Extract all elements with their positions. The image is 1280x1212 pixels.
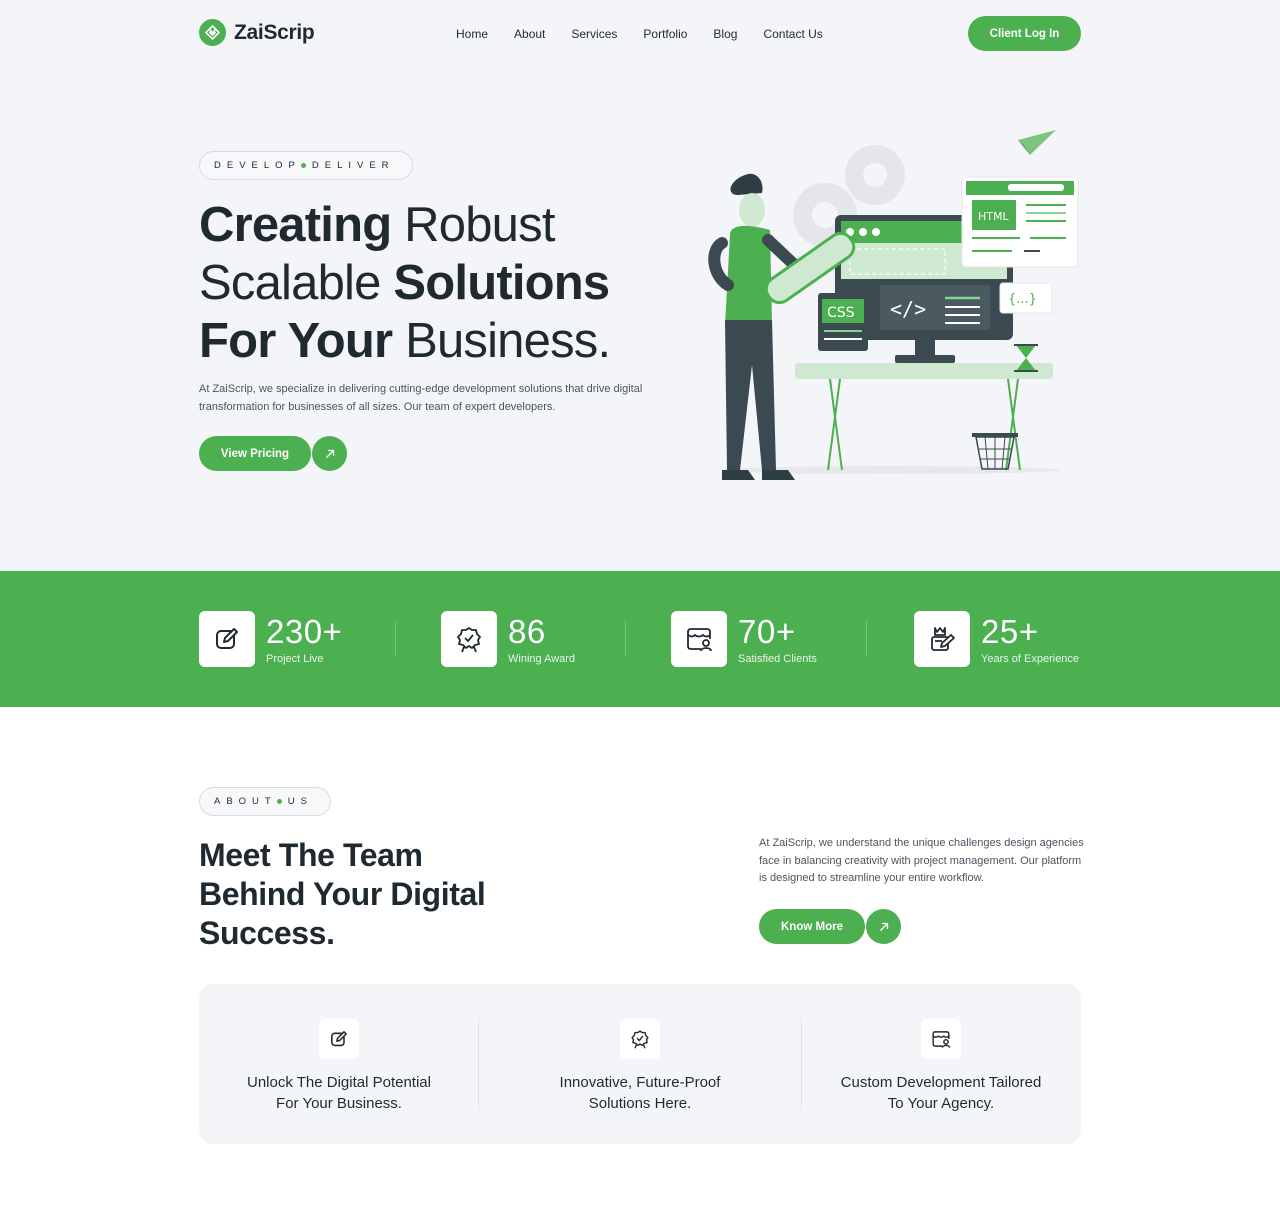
stat-value: 70+ bbox=[738, 612, 796, 650]
feature-line: Innovative, Future-Proof bbox=[559, 1074, 721, 1091]
know-more-button[interactable]: Know More bbox=[759, 909, 865, 944]
stat-value: 230+ bbox=[266, 612, 343, 650]
stat-icon-box bbox=[671, 611, 727, 667]
nav-services[interactable]: Services bbox=[558, 27, 630, 41]
eyebrow-word-us: US bbox=[287, 796, 313, 807]
hero-illustration: </> CSS HTML {...} bbox=[708, 130, 1079, 480]
braces-tag: {...} bbox=[1008, 292, 1037, 307]
stat-projects: 230+ Project Live bbox=[199, 611, 342, 667]
edit-icon bbox=[216, 628, 238, 649]
view-pricing-arrow-button[interactable] bbox=[312, 436, 347, 471]
stat-label: Project Live bbox=[266, 652, 324, 665]
hero-title-part: Business. bbox=[392, 314, 611, 368]
stat-value: 25+ bbox=[981, 612, 1039, 650]
feature-line: Solutions Here. bbox=[588, 1095, 692, 1112]
eyebrow-word-about: ABOUT bbox=[214, 796, 277, 807]
nav-portfolio[interactable]: Portfolio bbox=[630, 27, 700, 41]
know-more-arrow-button[interactable] bbox=[866, 909, 901, 944]
about-title-part: Meet The bbox=[199, 837, 335, 873]
eyebrow-word-deliver: DELIVER bbox=[311, 160, 395, 171]
arrow-up-right-icon bbox=[879, 922, 888, 931]
stat-label: Years of Experience bbox=[981, 652, 1080, 665]
paper-plane-icon bbox=[1018, 130, 1056, 155]
feature-icon-box bbox=[620, 1019, 660, 1059]
feature-icon-box bbox=[921, 1019, 961, 1059]
stat-experience: 25+ Years of Experience bbox=[914, 611, 1079, 667]
stat-divider bbox=[866, 621, 867, 657]
logo-mark-icon bbox=[199, 19, 226, 46]
hero-title-part: For Your bbox=[199, 314, 393, 368]
about-title-part: Behind Your bbox=[199, 876, 391, 912]
about-eyebrow: ABOUT US bbox=[199, 787, 331, 816]
about-description: At ZaiScrip, we understand the unique ch… bbox=[759, 837, 1084, 884]
stat-divider bbox=[395, 621, 396, 657]
eyebrow-dot bbox=[300, 163, 306, 168]
about-title-part: Team bbox=[334, 837, 423, 873]
feature-icon-box bbox=[319, 1019, 359, 1059]
nav-about[interactable]: About bbox=[501, 27, 558, 41]
feature-line: To Your Agency. bbox=[887, 1095, 995, 1112]
eyebrow-word-develop: DEVELOP bbox=[214, 160, 301, 171]
hero-description: At ZaiScrip, we specialize in delivering… bbox=[199, 383, 643, 413]
brand-name: ZaiScrip bbox=[234, 20, 315, 44]
stats-band: 230+ Project Live 86 Wining Award 70+ Sa… bbox=[0, 571, 1280, 707]
clients-icon bbox=[687, 628, 712, 652]
feature-line: Custom Development Tailored bbox=[840, 1074, 1042, 1091]
hero-title-part: Creating bbox=[199, 198, 392, 252]
feature-text: Innovative, Future-Proof Solutions Here. bbox=[525, 1072, 755, 1114]
stat-icon-box bbox=[199, 611, 255, 667]
hero-eyebrow: DEVELOP DELIVER bbox=[199, 151, 413, 180]
hero-title: Creating Robust Scalable Solutions For Y… bbox=[199, 196, 669, 370]
card-divider bbox=[478, 1018, 479, 1110]
clients-icon bbox=[932, 1031, 951, 1048]
about-title: Meet The Team Behind Your Digital Succes… bbox=[199, 836, 519, 953]
stat-awards: 86 Wining Award bbox=[441, 611, 575, 667]
stat-icon-box bbox=[441, 611, 497, 667]
client-login-button[interactable]: Client Log In bbox=[968, 16, 1081, 51]
main-nav: Home About Services Portfolio Blog Conta… bbox=[443, 27, 836, 41]
feature-line: For Your Business. bbox=[276, 1095, 402, 1112]
stat-value: 86 bbox=[508, 612, 546, 650]
stat-clients: 70+ Satisfied Clients bbox=[671, 611, 817, 667]
feature-card: Custom Development Tailored To Your Agen… bbox=[801, 984, 1081, 1144]
feature-card: Unlock The Digital Potential For Your Bu… bbox=[199, 984, 479, 1144]
css-tag: CSS bbox=[827, 305, 855, 321]
stat-label: Satisfied Clients bbox=[738, 652, 817, 665]
stat-icon-box bbox=[914, 611, 970, 667]
hero-title-part: Robust bbox=[391, 198, 555, 252]
html-tag: HTML bbox=[978, 210, 1009, 223]
eyebrow-dot bbox=[276, 799, 282, 804]
feature-card: Innovative, Future-Proof Solutions Here. bbox=[500, 984, 780, 1144]
hero-title-part: Scalable bbox=[199, 256, 394, 310]
feature-line: Unlock The Digital Potential bbox=[247, 1074, 431, 1091]
arrow-up-right-icon bbox=[325, 449, 334, 458]
stat-label: Wining Award bbox=[508, 652, 576, 665]
brand-logo[interactable]: ZaiScrip bbox=[199, 19, 315, 46]
hero-title-part: Solutions bbox=[393, 256, 610, 310]
award-badge-icon bbox=[631, 1030, 649, 1049]
about-title-part: Digital bbox=[390, 876, 486, 912]
experience-icon bbox=[931, 627, 955, 651]
award-badge-icon bbox=[457, 627, 481, 653]
hourglass-icon bbox=[1016, 345, 1036, 371]
code-tag: </> bbox=[890, 297, 926, 321]
edit-icon bbox=[331, 1031, 347, 1047]
nav-home[interactable]: Home bbox=[443, 27, 501, 41]
nav-blog[interactable]: Blog bbox=[700, 27, 750, 41]
stat-divider bbox=[625, 621, 626, 657]
feature-text: Custom Development Tailored To Your Agen… bbox=[826, 1072, 1056, 1114]
nav-contact[interactable]: Contact Us bbox=[750, 27, 835, 41]
view-pricing-button[interactable]: View Pricing bbox=[199, 436, 311, 471]
feature-text: Unlock The Digital Potential For Your Bu… bbox=[224, 1072, 454, 1114]
about-title-part: Success. bbox=[199, 915, 335, 951]
feature-cards: Unlock The Digital Potential For Your Bu… bbox=[199, 984, 1081, 1144]
